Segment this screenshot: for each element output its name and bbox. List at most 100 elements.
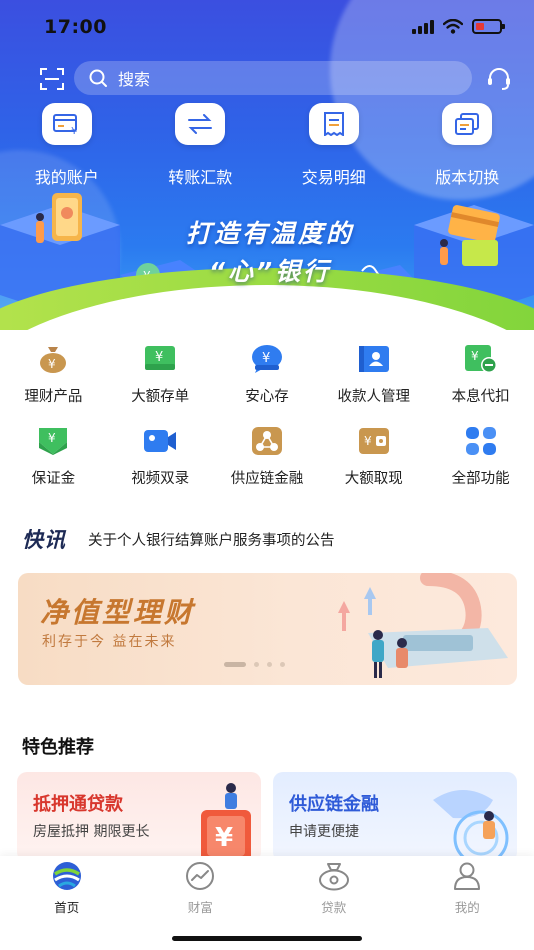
banner-illustration <box>338 573 508 678</box>
yen-download-icon: ¥ <box>36 425 70 457</box>
promo-banner[interactable]: 净值型理财 利存于今 益在未来 <box>18 573 517 685</box>
quick-label: 我的账户 <box>34 168 99 187</box>
pagination-dot[interactable] <box>224 662 246 667</box>
profile-person-icon <box>451 860 483 892</box>
function-label: 供应链金融 <box>230 471 304 487</box>
card-yen-icon: ¥ <box>41 103 92 145</box>
cash-withdraw-icon: ¥ <box>357 425 391 457</box>
quick-label: 交易明细 <box>301 168 366 187</box>
status-bar: 17:00 <box>0 0 534 56</box>
yen-minus-icon: ¥ <box>464 343 498 375</box>
search-icon <box>89 69 107 87</box>
pagination-dot[interactable] <box>254 662 259 667</box>
function-grid: ¥ 理财产品 ¥ 大额存单 ¥ 安心存 收款人管理 ¥ 本息代扣 ¥ 保证金 视… <box>0 343 534 507</box>
mortgage-illustration: ¥ <box>201 783 251 862</box>
payee-contact-icon <box>357 343 391 375</box>
pagination-dot[interactable] <box>267 662 272 667</box>
news-headline[interactable]: 关于个人银行结算账户服务事项的公告 <box>88 529 335 550</box>
search-bar[interactable]: 搜索 <box>74 61 472 95</box>
quick-label: 转账汇款 <box>168 168 233 187</box>
tab-label: 财富 <box>187 900 213 915</box>
svg-text:¥: ¥ <box>155 350 163 365</box>
featured-section-title: 特色推荐 <box>22 737 94 758</box>
function-principal-interest-deduction[interactable]: ¥ 本息代扣 <box>427 343 534 425</box>
loan-bag-icon <box>318 860 350 892</box>
function-label: 大额存单 <box>131 389 190 405</box>
battery-icon <box>472 19 505 34</box>
svg-text:¥: ¥ <box>71 126 77 135</box>
transfer-arrows-icon <box>175 103 226 145</box>
function-label: 收款人管理 <box>337 389 411 405</box>
featured-card-supply-chain[interactable]: 供应链金融 申请更便捷 <box>273 772 517 862</box>
function-row: ¥ 理财产品 ¥ 大额存单 ¥ 安心存 收款人管理 ¥ 本息代扣 <box>0 343 534 425</box>
svg-text:¥: ¥ <box>471 349 479 363</box>
function-safe-deposit[interactable]: ¥ 安心存 <box>214 343 321 425</box>
svg-text:¥: ¥ <box>48 357 56 371</box>
function-label: 本息代扣 <box>451 389 510 405</box>
all-functions-grid-icon <box>464 425 498 457</box>
supply-chain-icon <box>250 425 284 457</box>
function-margin-deposit[interactable]: ¥ 保证金 <box>0 425 107 507</box>
wifi-icon <box>443 19 463 34</box>
home-logo-icon <box>51 860 83 892</box>
banner-title: 净值型理财 <box>40 596 196 629</box>
quick-transfer[interactable]: 转账汇款 <box>134 103 268 188</box>
switch-version-icon <box>442 103 493 145</box>
search-placeholder: 搜索 <box>118 70 151 89</box>
function-row: ¥ 保证金 视频双录 供应链金融 ¥ 大额取现 全部功能 <box>0 425 534 507</box>
banner-pagination <box>224 662 285 667</box>
function-label: 安心存 <box>245 389 289 405</box>
svg-text:¥: ¥ <box>215 823 233 853</box>
wealth-chart-icon <box>184 860 216 892</box>
card-subtitle: 房屋抵押 期限更长 <box>33 824 150 840</box>
quick-label: 版本切换 <box>435 168 500 187</box>
tab-mine[interactable]: 我的 <box>401 860 534 916</box>
function-label: 全部功能 <box>451 471 510 487</box>
svg-text:¥: ¥ <box>262 351 270 366</box>
tab-loan[interactable]: 贷款 <box>267 860 401 916</box>
function-all[interactable]: 全部功能 <box>427 425 534 507</box>
function-label: 理财产品 <box>24 389 83 405</box>
yen-chat-icon: ¥ <box>250 343 284 375</box>
function-payee-management[interactable]: 收款人管理 <box>320 343 427 425</box>
tab-label: 我的 <box>454 900 480 915</box>
news-tag: 快讯 <box>22 528 66 552</box>
tab-wealth[interactable]: 财富 <box>134 860 268 916</box>
tab-home[interactable]: 首页 <box>0 860 134 916</box>
function-label: 保证金 <box>31 471 76 487</box>
news-ticker[interactable]: 快讯 关于个人银行结算账户服务事项的公告 <box>22 524 522 554</box>
featured-card-mortgage-loan[interactable]: ¥ 抵押通贷款 房屋抵押 期限更长 <box>17 772 261 862</box>
card-title: 抵押通贷款 <box>33 794 123 815</box>
customer-service-icon[interactable] <box>486 66 512 92</box>
card-title: 供应链金融 <box>289 794 379 815</box>
quick-actions: ¥ 我的账户 转账汇款 交易明细 版本切换 <box>0 103 534 188</box>
home-indicator[interactable] <box>172 936 362 941</box>
pagination-dot[interactable] <box>280 662 285 667</box>
slogan-line-2: “心”银行 <box>208 257 332 286</box>
hero-header: ¥ 17:00 <box>0 0 534 330</box>
quick-my-account[interactable]: ¥ 我的账户 <box>0 103 134 188</box>
status-time: 17:00 <box>44 16 107 38</box>
function-label: 大额取现 <box>344 471 403 487</box>
banner-subtitle: 利存于今 益在未来 <box>42 634 177 650</box>
function-large-deposit[interactable]: ¥ 大额存单 <box>107 343 214 425</box>
svg-text:¥: ¥ <box>364 434 372 448</box>
scan-icon[interactable] <box>40 68 64 90</box>
svg-text:¥: ¥ <box>48 431 56 445</box>
quick-transactions[interactable]: 交易明细 <box>267 103 401 188</box>
card-subtitle: 申请更便捷 <box>289 824 359 840</box>
slogan-line-1: 打造有温度的 <box>185 219 354 248</box>
tab-label: 贷款 <box>321 900 347 915</box>
function-label: 视频双录 <box>131 471 190 487</box>
video-camera-icon <box>143 425 177 457</box>
function-large-withdrawal[interactable]: ¥ 大额取现 <box>320 425 427 507</box>
money-bag-icon: ¥ <box>36 343 70 375</box>
status-icons <box>412 19 505 34</box>
supply-chain-illustration <box>433 790 509 862</box>
cellular-signal-icon <box>412 19 434 34</box>
function-video-recording[interactable]: 视频双录 <box>107 425 214 507</box>
function-wealth-products[interactable]: ¥ 理财产品 <box>0 343 107 425</box>
quick-switch-version[interactable]: 版本切换 <box>401 103 534 188</box>
tab-label: 首页 <box>54 900 80 915</box>
function-supply-chain-finance[interactable]: 供应链金融 <box>214 425 321 507</box>
